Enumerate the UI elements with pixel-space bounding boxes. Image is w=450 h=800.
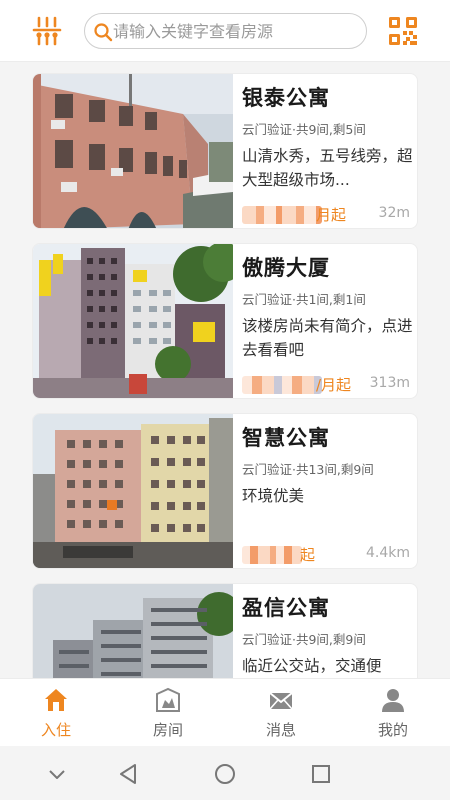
listing-distance: 313m: [369, 375, 410, 391]
home-circle-icon[interactable]: [214, 763, 236, 785]
listing-title: 盈信公寓: [242, 596, 330, 620]
listing-info: 智慧公寓 云门验证·共13间,剩9间 环境优美 起 4.4km: [242, 414, 414, 568]
price-suffix: 月起: [316, 206, 347, 224]
listing-meta: 云门验证·共13间,剩9间: [242, 462, 374, 477]
user-icon: [382, 689, 404, 712]
listing-list[interactable]: 银泰公寓 云门验证·共9间,剩5间 山清水秀，五号线旁，超大型超级市场... 月…: [0, 62, 450, 678]
listing-card[interactable]: 智慧公寓 云门验证·共13间,剩9间 环境优美 起 4.4km: [32, 413, 418, 569]
filter-sliders-icon: [32, 16, 62, 46]
listing-price: 起: [242, 544, 354, 566]
listing-title: 智慧公寓: [242, 426, 330, 450]
listing-distance: 4.4km: [365, 545, 410, 561]
search-icon: [94, 23, 113, 42]
app-root: 请输入关键字查看房源 银泰公寓 云门验证·共9间,剩5间 山清水秀，五号线旁，超…: [0, 0, 450, 800]
listing-description: 临近公交站，交通便: [242, 657, 382, 675]
chevron-down-icon[interactable]: [46, 763, 68, 785]
listing-description: 该楼房尚未有简介，点进去看看吧: [242, 317, 413, 359]
listing-photo: [33, 74, 233, 228]
bottom-nav: 入住 房间 消息 我的: [0, 678, 450, 746]
nav-label: 我的: [377, 721, 408, 739]
listing-title: 银泰公寓: [242, 86, 330, 110]
price-blur: [242, 206, 322, 224]
qr-code-icon: [389, 17, 417, 45]
nav-label: 消息: [265, 721, 296, 739]
nav-label: 入住: [40, 721, 71, 739]
listing-photo: [33, 244, 233, 398]
listing-card[interactable]: 傲腾大厦 云门验证·共1间,剩1间 该楼房尚未有简介，点进去看看吧 /月起 31…: [32, 243, 418, 399]
search-box[interactable]: 请输入关键字查看房源: [84, 13, 367, 49]
listing-price: /月起: [242, 374, 354, 396]
home-icon: [45, 689, 67, 711]
listing-title: 傲腾大厦: [242, 256, 330, 280]
top-bar: 请输入关键字查看房源: [0, 0, 450, 62]
listing-info: 傲腾大厦 云门验证·共1间,剩1间 该楼房尚未有简介，点进去看看吧 /月起 31…: [242, 244, 414, 398]
system-nav-bar: [0, 746, 450, 800]
nav-item-checkin[interactable]: 入住: [16, 687, 96, 741]
listing-card[interactable]: 银泰公寓 云门验证·共9间,剩5间 山清水秀，五号线旁，超大型超级市场... 月…: [32, 73, 418, 229]
nav-item-messages[interactable]: 消息: [241, 687, 321, 741]
nav-label: 房间: [152, 721, 183, 739]
listing-distance: 32m: [378, 205, 410, 221]
price-suffix: 起: [300, 546, 316, 564]
qr-code-button[interactable]: [388, 16, 418, 46]
price-blur: [242, 376, 322, 394]
room-icon: [156, 687, 180, 712]
nav-item-me[interactable]: 我的: [353, 687, 433, 741]
listing-card[interactable]: 盈信公寓 云门验证·共9间,剩9间 临近公交站，交通便: [32, 583, 418, 678]
listing-info: 盈信公寓 云门验证·共9间,剩9间 临近公交站，交通便: [242, 584, 414, 678]
listing-photo: [33, 584, 233, 678]
listing-price: 月起: [242, 204, 354, 226]
filter-button[interactable]: [30, 14, 64, 48]
listing-meta: 云门验证·共9间,剩9间: [242, 632, 366, 647]
nav-item-rooms[interactable]: 房间: [128, 687, 208, 741]
search-placeholder: 请输入关键字查看房源: [113, 22, 274, 41]
back-icon[interactable]: [118, 763, 140, 785]
recents-icon[interactable]: [310, 763, 332, 785]
price-blur: [242, 546, 302, 564]
listing-meta: 云门验证·共1间,剩1间: [242, 292, 366, 307]
price-suffix: /月起: [316, 376, 352, 394]
listing-info: 银泰公寓 云门验证·共9间,剩5间 山清水秀，五号线旁，超大型超级市场... 月…: [242, 74, 414, 228]
listing-photo: [33, 414, 233, 568]
listing-description: 环境优美: [242, 487, 305, 505]
listing-description: 山清水秀，五号线旁，超大型超级市场...: [242, 147, 413, 189]
listing-meta: 云门验证·共9间,剩5间: [242, 122, 366, 137]
mail-icon: [269, 692, 293, 710]
